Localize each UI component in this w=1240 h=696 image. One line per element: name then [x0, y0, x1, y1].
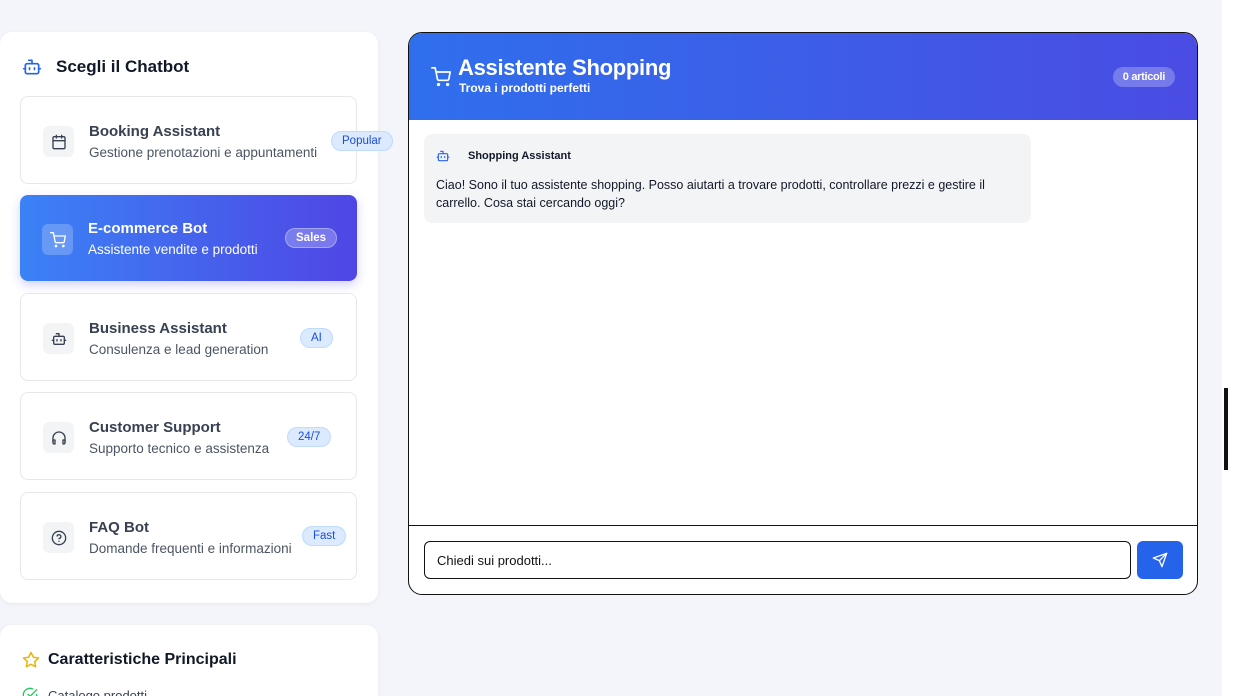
bot-card-icon-box: [43, 422, 74, 453]
feature-item-label: Catalogo prodotti: [48, 687, 148, 696]
calendar-icon: [51, 134, 66, 149]
bot-card-description: Supporto tecnico e assistenza: [89, 441, 270, 456]
bot-card-description: Assistente vendite e prodotti: [88, 242, 258, 257]
bot-card-description: Domande frequenti e informazioni: [89, 541, 292, 556]
bot-card-booking-assistant[interactable]: Booking Assistant Gestione prenotazioni …: [20, 96, 393, 184]
bot-card-icon-box: [43, 522, 74, 553]
bot-card-title: Business Assistant: [89, 320, 227, 337]
sidebar-header: Scegli il Chatbot: [22, 57, 189, 77]
bot-card-badge: Popular: [331, 131, 393, 151]
page-edge-strip: [1222, 0, 1240, 696]
input-divider: [409, 525, 1197, 526]
chat-header: Assistente Shopping Trova i prodotti per…: [409, 33, 1197, 120]
help-circle-icon: [51, 530, 66, 545]
bot-card-icon-box: [43, 323, 74, 354]
bot-icon: [436, 150, 450, 162]
bot-card-ecommerce-bot[interactable]: E-commerce Bot Assistente vendite e prod…: [20, 195, 357, 281]
sidebar-title: Scegli il Chatbot: [56, 57, 190, 76]
cart-icon: [49, 231, 66, 247]
bot-message: Shopping Assistant Ciao! Sono il tuo ass…: [424, 134, 1031, 223]
chat-title: Assistente Shopping: [458, 55, 672, 80]
bot-card-icon-box: [42, 224, 73, 255]
bot-icon: [22, 59, 42, 75]
send-button[interactable]: [1137, 541, 1183, 579]
chat-subtitle: Trova i prodotti perfetti: [459, 81, 591, 95]
bot-card-badge: AI: [300, 328, 333, 348]
bot-card-faq-bot[interactable]: FAQ Bot Domande frequenti e informazioni…: [20, 492, 357, 580]
bot-card-badge: 24/7: [287, 427, 332, 447]
bot-card-icon-box: [43, 126, 74, 157]
bot-card-description: Gestione prenotazioni e appuntamenti: [89, 145, 318, 160]
message-text: Ciao! Sono il tuo assistente shopping. P…: [436, 178, 985, 210]
headphones-icon: [51, 430, 66, 445]
bot-card-title: Booking Assistant: [89, 123, 221, 140]
bot-icon: [51, 332, 66, 345]
feature-item: Catalogo prodotti: [22, 687, 147, 696]
bot-card-customer-support[interactable]: Customer Support Supporto tecnico e assi…: [20, 392, 357, 480]
bot-card-badge: Fast: [302, 526, 347, 546]
bot-card-description: Consulenza e lead generation: [89, 342, 269, 357]
bot-card-business-assistant[interactable]: Business Assistant Consulenza e lead gen…: [20, 293, 357, 381]
bot-card-badge: Sales: [285, 228, 338, 248]
message-author: Shopping Assistant: [468, 150, 571, 162]
chat-input[interactable]: [424, 541, 1131, 579]
bot-card-title: FAQ Bot: [89, 519, 149, 536]
cart-icon: [431, 67, 451, 87]
bot-card-title: E-commerce Bot: [88, 220, 208, 237]
cart-count-badge[interactable]: 0 articoli: [1112, 67, 1175, 87]
features-header: Caratteristiche Principali: [22, 651, 237, 669]
check-circle-icon: [22, 687, 38, 696]
send-icon: [1152, 552, 1168, 568]
chat-window: Assistente Shopping Trova i prodotti per…: [408, 32, 1198, 595]
features-title: Caratteristiche Principali: [48, 651, 237, 668]
scrollbar-thumb[interactable]: [1224, 388, 1228, 470]
star-icon: [22, 651, 40, 668]
bot-card-title: Customer Support: [89, 419, 221, 436]
